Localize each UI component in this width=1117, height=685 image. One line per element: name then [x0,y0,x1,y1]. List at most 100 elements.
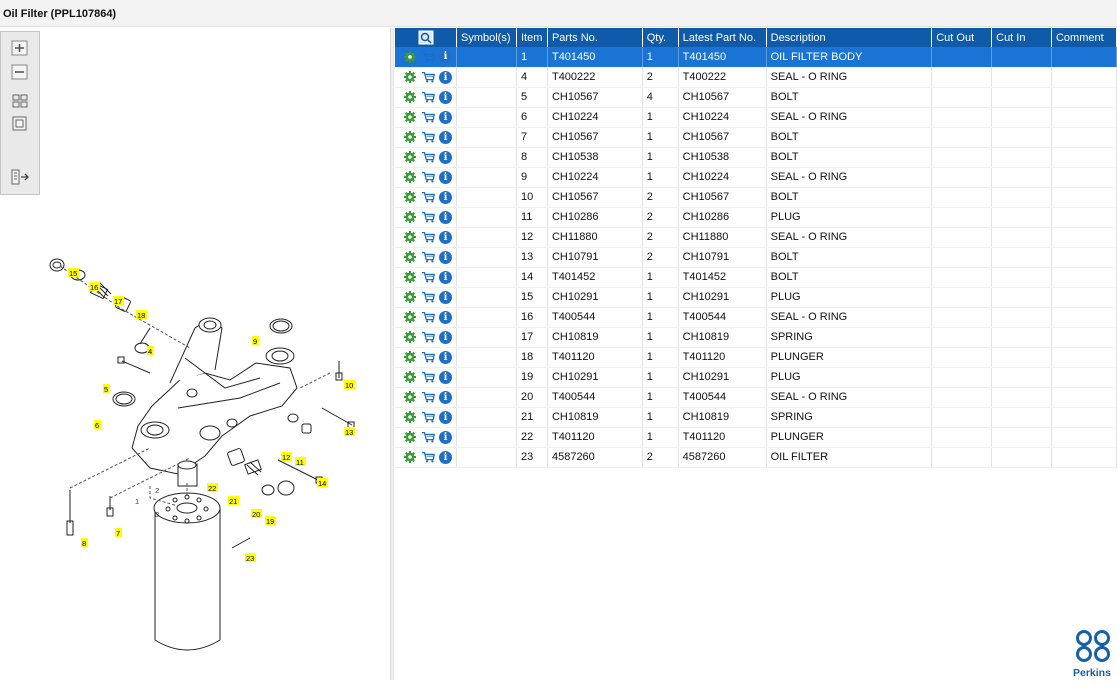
column-header-item[interactable]: Item [516,28,548,47]
cut-out-cell[interactable] [931,67,993,88]
gear-icon[interactable] [403,250,417,264]
gear-icon[interactable] [403,310,417,324]
parts-no-cell[interactable]: T400222 [547,67,643,88]
cut-in-cell[interactable] [991,427,1052,448]
description-cell[interactable]: SPRING [766,327,933,348]
gear-icon[interactable] [403,130,417,144]
parts-no-cell[interactable]: T400544 [547,307,643,328]
item-cell[interactable]: 6 [516,107,548,128]
cut-out-cell[interactable] [931,367,993,388]
description-cell[interactable]: PLUG [766,287,933,308]
comment-cell[interactable] [1051,407,1117,428]
cut-in-cell[interactable] [991,307,1052,328]
callout-13[interactable]: 13 [344,427,355,437]
description-cell[interactable]: SEAL - O RING [766,167,933,188]
qty-cell[interactable]: 1 [642,407,679,428]
cut-in-cell[interactable] [991,247,1052,268]
info-icon[interactable]: i [439,50,452,64]
cart-icon[interactable] [421,150,435,164]
callout-21[interactable]: 21 [228,496,239,506]
callout-6[interactable]: 6 [94,420,101,430]
parts-no-cell[interactable]: CH10819 [547,327,643,348]
table-row[interactable]: i 5 CH10567 4 CH10567 BOLT [395,87,1117,108]
item-cell[interactable]: 1 [516,47,548,68]
qty-cell[interactable]: 1 [642,147,679,168]
cart-icon[interactable] [421,410,435,424]
description-cell[interactable]: BOLT [766,187,933,208]
description-cell[interactable]: PLUNGER [766,427,933,448]
callout-14[interactable]: 14 [317,478,328,488]
callout-5[interactable]: 5 [103,384,110,394]
callout-12[interactable]: 12 [281,452,292,462]
comment-cell[interactable] [1051,347,1117,368]
parts-no-cell[interactable]: T401120 [547,427,643,448]
info-icon[interactable]: i [439,130,452,144]
cart-icon[interactable] [421,170,435,184]
callout-7[interactable]: 7 [115,528,122,538]
parts-no-cell[interactable]: T400544 [547,387,643,408]
qty-cell[interactable]: 1 [642,267,679,288]
info-icon[interactable]: i [439,70,452,84]
zoom-in-button[interactable] [10,39,30,57]
gear-icon[interactable] [403,50,417,64]
column-header-cut-in[interactable]: Cut In [991,28,1052,47]
cut-out-cell[interactable] [931,267,993,288]
latest-part-no-cell[interactable]: CH10819 [678,407,767,428]
latest-part-no-cell[interactable]: T401452 [678,267,767,288]
cut-out-cell[interactable] [931,147,993,168]
cart-icon[interactable] [421,390,435,404]
description-cell[interactable]: SEAL - O RING [766,307,933,328]
callout-16[interactable]: 16 [89,282,100,292]
symbols-cell[interactable] [456,187,517,208]
gear-icon[interactable] [403,110,417,124]
latest-part-no-cell[interactable]: CH11880 [678,227,767,248]
cut-out-cell[interactable] [931,387,993,408]
cart-icon[interactable] [421,90,435,104]
table-row[interactable]: i 21 CH10819 1 CH10819 SPRING [395,407,1117,428]
item-cell[interactable]: 19 [516,367,548,388]
item-cell[interactable]: 17 [516,327,548,348]
latest-part-no-cell[interactable]: T400544 [678,307,767,328]
cut-in-cell[interactable] [991,107,1052,128]
symbols-cell[interactable] [456,247,517,268]
symbols-cell[interactable] [456,387,517,408]
callout-22[interactable]: 22 [207,483,218,493]
description-cell[interactable]: OIL FILTER BODY [766,47,933,68]
symbols-cell[interactable] [456,127,517,148]
column-header-symbols[interactable]: Symbol(s) [456,28,517,47]
latest-part-no-cell[interactable]: CH10291 [678,287,767,308]
cut-in-cell[interactable] [991,327,1052,348]
cart-icon[interactable] [421,310,435,324]
column-header-actions[interactable] [395,28,457,47]
gear-icon[interactable] [403,210,417,224]
gear-icon[interactable] [403,270,417,284]
info-icon[interactable]: i [439,350,452,364]
info-icon[interactable]: i [439,90,452,104]
parts-no-cell[interactable]: CH10538 [547,147,643,168]
cut-in-cell[interactable] [991,47,1052,68]
qty-cell[interactable]: 4 [642,87,679,108]
callout-9[interactable]: 9 [252,336,259,346]
parts-no-cell[interactable]: CH10224 [547,107,643,128]
parts-no-cell[interactable]: CH10567 [547,127,643,148]
table-row[interactable]: i 17 CH10819 1 CH10819 SPRING [395,327,1117,348]
description-cell[interactable]: SPRING [766,407,933,428]
cut-out-cell[interactable] [931,87,993,108]
item-cell[interactable]: 10 [516,187,548,208]
parts-no-cell[interactable]: CH10791 [547,247,643,268]
parts-no-cell[interactable]: CH10567 [547,87,643,108]
comment-cell[interactable] [1051,287,1117,308]
symbols-cell[interactable] [456,367,517,388]
column-header-parts-no[interactable]: Parts No. [547,28,643,47]
item-cell[interactable]: 5 [516,87,548,108]
latest-part-no-cell[interactable]: T401120 [678,427,767,448]
info-icon[interactable]: i [439,270,452,284]
latest-part-no-cell[interactable]: CH10538 [678,147,767,168]
description-cell[interactable]: BOLT [766,147,933,168]
comment-cell[interactable] [1051,387,1117,408]
parts-no-cell[interactable]: CH11880 [547,227,643,248]
symbols-cell[interactable] [456,427,517,448]
cut-in-cell[interactable] [991,127,1052,148]
cart-icon[interactable] [421,130,435,144]
table-row[interactable]: i 22 T401120 1 T401120 PLUNGER [395,427,1117,448]
